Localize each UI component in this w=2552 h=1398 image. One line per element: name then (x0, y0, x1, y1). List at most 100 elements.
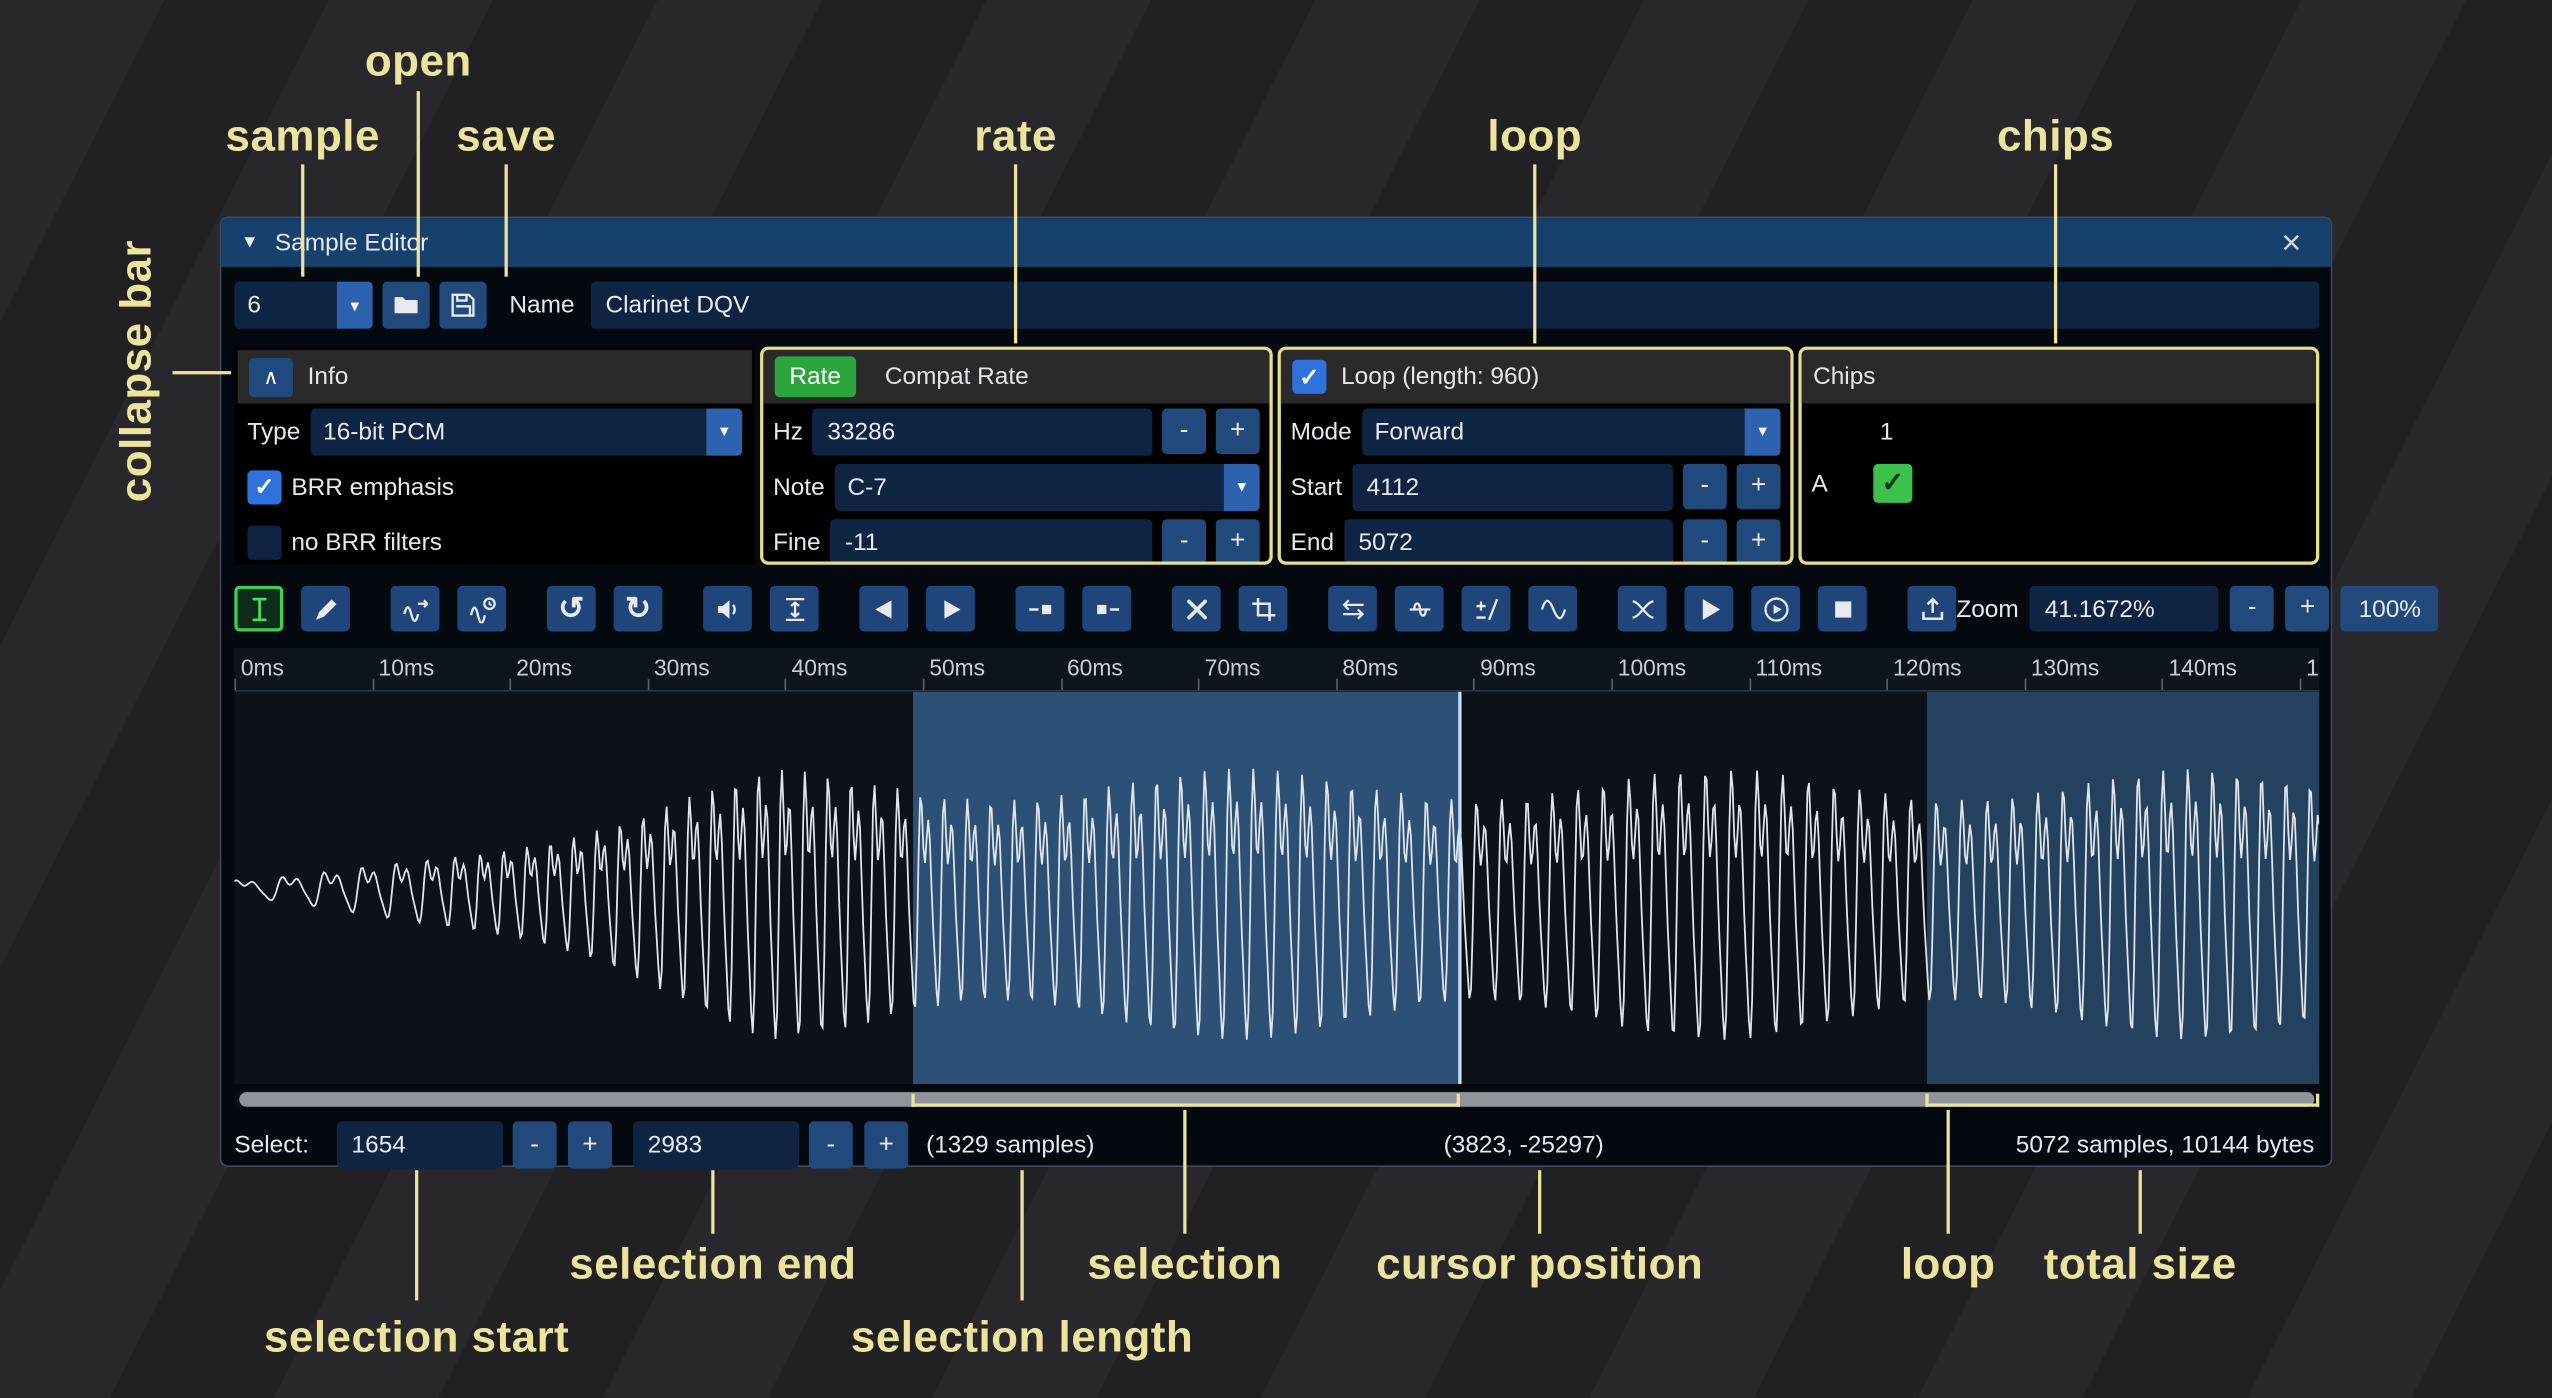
zoom-minus-button[interactable]: - (2230, 586, 2274, 632)
chips-panel: Chips 1 A ✓ (1798, 347, 2319, 565)
type-dropdown[interactable]: 16-bit PCM ▼ (310, 408, 742, 455)
crossfade-loop-button[interactable] (1618, 586, 1667, 632)
chevron-down-icon[interactable]: ▼ (1745, 408, 1781, 455)
loop-mode-dropdown[interactable]: Forward ▼ (1361, 408, 1780, 455)
selection-start-minus-button[interactable]: - (513, 1121, 557, 1168)
sample-select-dropdown[interactable]: 6 ▼ (234, 282, 372, 329)
draw-tool-button[interactable] (301, 586, 350, 632)
select-tool-icon (245, 595, 273, 623)
waveform-area[interactable] (234, 692, 2319, 1084)
annotation-line-selection-start (415, 1170, 418, 1300)
reverse-button[interactable] (1328, 586, 1377, 632)
annotation-loop-bottom: loop (1901, 1239, 1996, 1289)
insert-silence-button[interactable] (1016, 586, 1065, 632)
loop-panel-header: ✓ Loop (length: 960) (1281, 350, 1790, 404)
loop-end-input[interactable]: 5072 (1344, 518, 1673, 564)
open-button[interactable] (382, 282, 429, 329)
trim-button[interactable] (1239, 586, 1288, 632)
sign-exchange-button[interactable] (1462, 586, 1511, 632)
redo-button[interactable]: ↻ (614, 586, 663, 632)
annotation-line-selection-length (1020, 1170, 1023, 1300)
loop-end-minus-button[interactable]: - (1683, 519, 1727, 565)
loop-mode-value: Forward (1361, 408, 1744, 455)
fine-input[interactable]: -11 (830, 518, 1152, 564)
ruler-tick-mark (785, 679, 787, 690)
apply-silence-button[interactable] (1082, 586, 1131, 632)
fine-plus-button[interactable]: + (1216, 519, 1260, 565)
fade-out-button[interactable] (926, 586, 975, 632)
amplify-button[interactable] (703, 586, 752, 632)
scrollbar-thumb[interactable] (239, 1092, 2314, 1107)
resample-button[interactable] (457, 586, 506, 632)
waveform[interactable] (234, 692, 2319, 1084)
window-title: Sample Editor (275, 229, 428, 257)
chevron-down-icon[interactable]: ▼ (337, 282, 373, 329)
annotation-sample: sample (226, 111, 380, 161)
sign-exchange-icon (1472, 595, 1500, 623)
annotation-rate: rate (974, 111, 1057, 161)
loop-end-plus-button[interactable]: + (1737, 519, 1781, 565)
resize-button[interactable] (391, 586, 440, 632)
ruler-tick-mark (510, 679, 512, 690)
fine-minus-button[interactable]: - (1162, 519, 1206, 565)
zoom-plus-button[interactable]: + (2286, 586, 2330, 632)
note-dropdown[interactable]: C-7 ▼ (834, 463, 1259, 510)
horizontal-scrollbar[interactable] (234, 1090, 2319, 1108)
save-button[interactable] (439, 282, 486, 329)
tab-compat-rate[interactable]: Compat Rate (885, 363, 1029, 391)
create-wavetable-button[interactable] (1907, 586, 1956, 632)
stop-preview-button[interactable] (1818, 586, 1867, 632)
selection-start-plus-button[interactable]: + (568, 1121, 612, 1168)
normalize-button[interactable] (770, 586, 819, 632)
apply-filter-icon (1539, 595, 1567, 623)
annotation-chips: chips (1997, 111, 2114, 161)
zoom-input[interactable]: 41.1672% (2030, 586, 2219, 632)
window-collapse-icon[interactable]: ▼ (241, 233, 259, 253)
preview-sample-button[interactable] (1685, 586, 1734, 632)
apply-filter-button[interactable] (1528, 586, 1577, 632)
window-titlebar[interactable]: ▼ Sample Editor × (221, 218, 2330, 267)
undo-button[interactable]: ↺ (547, 586, 596, 632)
ruler-tick-mark (2024, 679, 2026, 690)
close-icon[interactable]: × (2272, 224, 2311, 261)
ruler-tick-mark (923, 679, 925, 690)
preview-selection-button[interactable] (1751, 586, 1800, 632)
selection-end-minus-button[interactable]: - (809, 1121, 853, 1168)
fade-in-button[interactable] (859, 586, 908, 632)
info-panel: ∧ Info Type 16-bit PCM ▼ ✓ BRR emphasis … (234, 347, 755, 565)
selection-end-plus-button[interactable]: + (864, 1121, 908, 1168)
sample-editor-window: ▼ Sample Editor × 6 ▼ Name Clarinet DQV … (220, 216, 2333, 1166)
apply-silence-icon (1093, 595, 1121, 623)
sample-name-input[interactable]: Clarinet DQV (591, 282, 2319, 329)
chevron-down-icon[interactable]: ▼ (1224, 463, 1260, 510)
selection-end-input[interactable]: 2983 (633, 1121, 799, 1168)
selection-start-input[interactable]: 1654 (337, 1121, 503, 1168)
cursor-position-text: (3823, -25297) (1444, 1121, 1604, 1168)
zoom-reset-button[interactable]: 100% (2341, 586, 2439, 632)
loop-start-input[interactable]: 4112 (1352, 463, 1673, 510)
select-tool-button[interactable] (234, 586, 283, 632)
ruler-tick-label: 60ms (1067, 654, 1123, 680)
loop-start-label: Start (1291, 473, 1343, 501)
fade-out-icon (937, 595, 965, 623)
invert-button[interactable] (1395, 586, 1444, 632)
annotation-line-total-size (2139, 1170, 2142, 1233)
chips-panel-title: Chips (1813, 363, 1875, 391)
loop-enable-checkbox[interactable]: ✓ (1292, 360, 1326, 394)
annotation-cursor-position: cursor position (1376, 1239, 1703, 1289)
brr-emphasis-checkbox[interactable]: ✓ (247, 470, 281, 504)
collapse-bar-button[interactable]: ∧ (249, 357, 293, 396)
hz-plus-button[interactable]: + (1216, 409, 1260, 455)
loop-start-minus-button[interactable]: - (1683, 464, 1727, 510)
chevron-down-icon[interactable]: ▼ (706, 408, 742, 455)
hz-minus-button[interactable]: - (1162, 409, 1206, 455)
tab-rate[interactable]: Rate (775, 356, 856, 397)
chip-a-checkbox[interactable]: ✓ (1873, 464, 1912, 503)
loop-start-plus-button[interactable]: + (1737, 464, 1781, 510)
no-brr-filters-checkbox[interactable] (247, 525, 281, 559)
delete-button[interactable] (1172, 586, 1221, 632)
hz-input[interactable]: 33286 (813, 408, 1153, 455)
type-value: 16-bit PCM (310, 408, 706, 455)
name-label: Name (509, 291, 574, 319)
annotation-save: save (456, 111, 556, 161)
